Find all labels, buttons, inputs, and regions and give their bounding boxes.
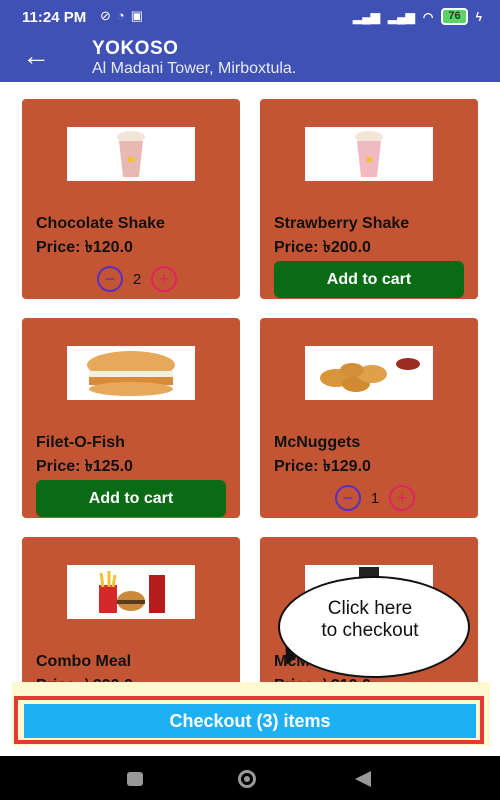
product-price: Price: ৳125.0 bbox=[36, 458, 133, 475]
product-name: McNuggets bbox=[274, 434, 361, 451]
product-card: Strawberry Shake Price: ৳200.0 Add to ca… bbox=[260, 99, 478, 299]
shake-icon bbox=[305, 127, 433, 181]
status-bar: 11:24 PM ⊘ ◔ ▣ ▂▄▆ ▂▄▆ ◠ 76 ϟ bbox=[0, 0, 500, 36]
add-to-cart-button[interactable]: Add to cart bbox=[274, 261, 464, 298]
product-name: Filet-O-Fish bbox=[36, 434, 125, 451]
status-time: 11:24 PM bbox=[22, 9, 87, 26]
battery-icon: 76 bbox=[441, 8, 468, 25]
quantity-value: 2 bbox=[132, 270, 142, 288]
app-title: YOKOSO bbox=[92, 38, 179, 59]
shake-icon bbox=[67, 127, 195, 181]
minus-icon[interactable]: − bbox=[334, 485, 361, 511]
add-to-cart-button[interactable]: Add to cart bbox=[36, 480, 226, 517]
system-icons: ▂▄▆ ▂▄▆ ◠ 76 ϟ bbox=[353, 8, 482, 25]
plus-icon[interactable]: + bbox=[151, 266, 178, 292]
signal-icon: ▂▄▆ bbox=[352, 9, 380, 24]
sim-icon: ▣ bbox=[130, 8, 144, 23]
wifi-icon: ◠ bbox=[422, 9, 434, 24]
product-price: Price: ৳200.0 bbox=[274, 239, 371, 256]
product-card: Chocolate Shake Price: ৳120.0 − 2 + bbox=[22, 99, 240, 299]
tooltip-text: Click here to checkout bbox=[290, 598, 450, 642]
signal-icon: ▂▄▆ bbox=[387, 9, 415, 24]
product-price: Price: ৳290.0 bbox=[36, 672, 133, 682]
minus-icon[interactable]: − bbox=[96, 266, 123, 292]
product-card: Combo Meal Price: ৳290.0 bbox=[22, 537, 240, 682]
home-icon[interactable] bbox=[238, 770, 256, 788]
arrow-left-icon[interactable]: ← bbox=[22, 42, 50, 70]
quantity-stepper: − 1 + bbox=[320, 484, 430, 512]
checkout-highlight bbox=[14, 696, 484, 744]
app-bar: ← YOKOSO Al Madani Tower, Mirboxtula. bbox=[0, 36, 500, 82]
notification-icons: ⊘ ◔ ▣ bbox=[100, 8, 143, 24]
burger-icon bbox=[67, 346, 195, 400]
product-price: Price: ৳129.0 bbox=[274, 458, 371, 475]
tooltip-line-2: to checkout bbox=[321, 620, 419, 641]
plus-icon[interactable]: + bbox=[389, 485, 416, 511]
nuggets-icon bbox=[305, 346, 433, 400]
product-name: Strawberry Shake bbox=[274, 215, 410, 232]
recent-apps-icon[interactable] bbox=[127, 772, 143, 786]
product-name: Combo Meal bbox=[36, 653, 132, 670]
product-card: Filet-O-Fish Price: ৳125.0 Add to cart bbox=[22, 318, 240, 518]
charging-icon: ϟ bbox=[475, 9, 482, 24]
tooltip-line-1: Click here bbox=[327, 598, 413, 619]
product-name: Chocolate Shake bbox=[36, 215, 165, 232]
messenger-icon: ◔ bbox=[116, 8, 125, 23]
app-subtitle: Al Madani Tower, Mirboxtula. bbox=[92, 60, 297, 77]
product-card: McNuggets Price: ৳129.0 − 1 + bbox=[260, 318, 478, 518]
sync-off-icon: ⊘ bbox=[100, 8, 111, 23]
quantity-stepper: − 2 + bbox=[82, 265, 192, 293]
product-price: Price: ৳120.0 bbox=[36, 239, 133, 256]
back-icon[interactable] bbox=[355, 771, 371, 787]
combo-meal-icon bbox=[67, 565, 195, 619]
quantity-value: 1 bbox=[370, 489, 380, 507]
